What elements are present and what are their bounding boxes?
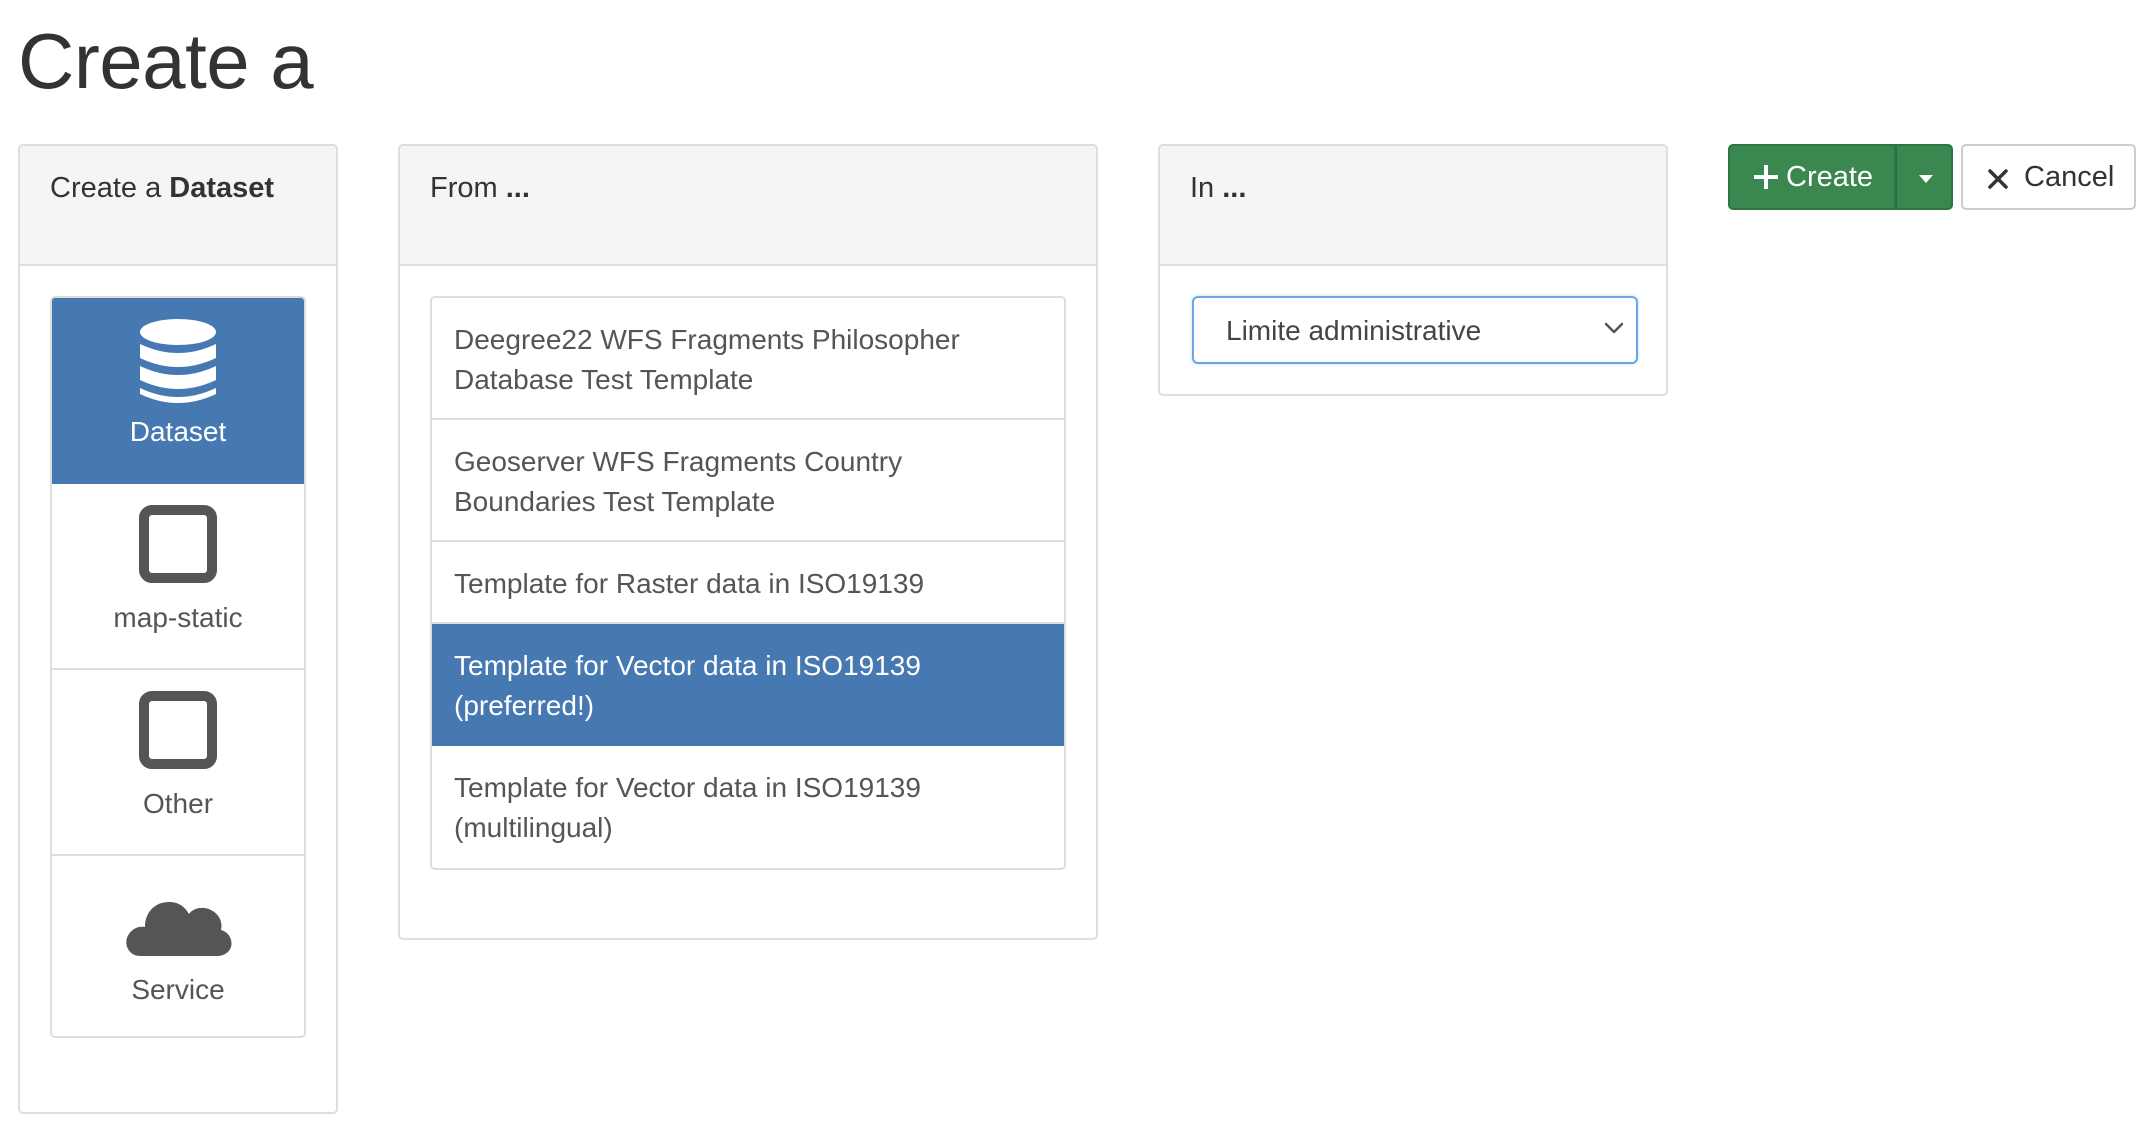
type-heading-prefix: Create a xyxy=(50,172,170,204)
template-heading-prefix: From xyxy=(430,172,506,204)
create-options-dropdown-button[interactable] xyxy=(1896,144,1953,210)
type-item-label: Service xyxy=(131,974,225,1005)
square-icon xyxy=(52,690,304,780)
template-heading-ellipsis: ... xyxy=(505,172,530,204)
type-panel: Create a Dataset Dataset map-static Othe… xyxy=(18,144,338,1114)
type-item-service[interactable]: Service xyxy=(52,856,304,1036)
type-item-other[interactable]: Other xyxy=(52,670,304,856)
template-item-line2: (multilingual) xyxy=(454,812,613,843)
group-panel-heading: In ... xyxy=(1160,146,1666,266)
group-heading-prefix: In xyxy=(1190,172,1223,204)
template-item-selected[interactable]: Template for Vector data in ISO19139 (pr… xyxy=(432,624,1064,746)
type-item-dataset[interactable]: Dataset xyxy=(52,298,304,484)
group-panel: In ... Limite administrative xyxy=(1158,144,1668,396)
template-panel-heading: From ... xyxy=(400,146,1096,266)
type-item-label: Other xyxy=(142,788,214,819)
plus-icon xyxy=(1752,163,1780,196)
type-item-map-static[interactable]: map-static xyxy=(52,484,304,670)
group-select[interactable]: Limite administrative xyxy=(1192,296,1638,364)
template-item-line2: (preferred!) xyxy=(454,690,595,721)
close-icon xyxy=(1987,168,2009,195)
square-icon xyxy=(52,504,304,594)
caret-down-icon xyxy=(1919,175,1933,183)
template-item-line1: Template for Raster data in ISO19139 xyxy=(454,568,925,599)
template-item-line1: Deegree22 WFS Fragments Philosopher xyxy=(454,324,960,355)
type-panel-heading: Create a Dataset xyxy=(20,146,336,266)
cloud-icon xyxy=(52,876,304,966)
template-item-line2: Boundaries Test Template xyxy=(454,486,776,517)
template-item[interactable]: Geoserver WFS Fragments Country Boundari… xyxy=(432,420,1064,542)
group-heading-ellipsis: ... xyxy=(1222,172,1247,204)
type-list: Dataset map-static Other Service xyxy=(50,296,306,1038)
template-item-line1: Geoserver WFS Fragments Country xyxy=(454,446,903,477)
cancel-button[interactable]: Cancel xyxy=(1961,144,2136,210)
type-heading-selected: Dataset xyxy=(169,172,275,204)
cancel-button-label: Cancel xyxy=(2024,161,2115,193)
type-item-label: Dataset xyxy=(129,416,227,447)
template-item-line2: Database Test Template xyxy=(454,364,754,395)
page-title: Create a xyxy=(18,17,314,105)
type-item-label: map-static xyxy=(113,602,243,633)
create-button[interactable]: Create xyxy=(1728,144,1896,210)
template-item-line1: Template for Vector data in ISO19139 xyxy=(454,650,921,681)
database-icon xyxy=(52,318,304,408)
template-item-line1: Template for Vector data in ISO19139 xyxy=(454,772,921,803)
template-item[interactable]: Deegree22 WFS Fragments Philosopher Data… xyxy=(432,298,1064,420)
template-panel: From ... Deegree22 WFS Fragments Philoso… xyxy=(398,144,1098,940)
group-select-value: Limite administrative xyxy=(1226,315,1482,346)
template-list: Deegree22 WFS Fragments Philosopher Data… xyxy=(430,296,1066,870)
template-item[interactable]: Template for Raster data in ISO19139 xyxy=(432,542,1064,624)
chevron-down-icon xyxy=(1604,321,1624,340)
template-item[interactable]: Template for Vector data in ISO19139 (mu… xyxy=(432,746,1064,868)
create-button-label: Create xyxy=(1786,161,1874,193)
